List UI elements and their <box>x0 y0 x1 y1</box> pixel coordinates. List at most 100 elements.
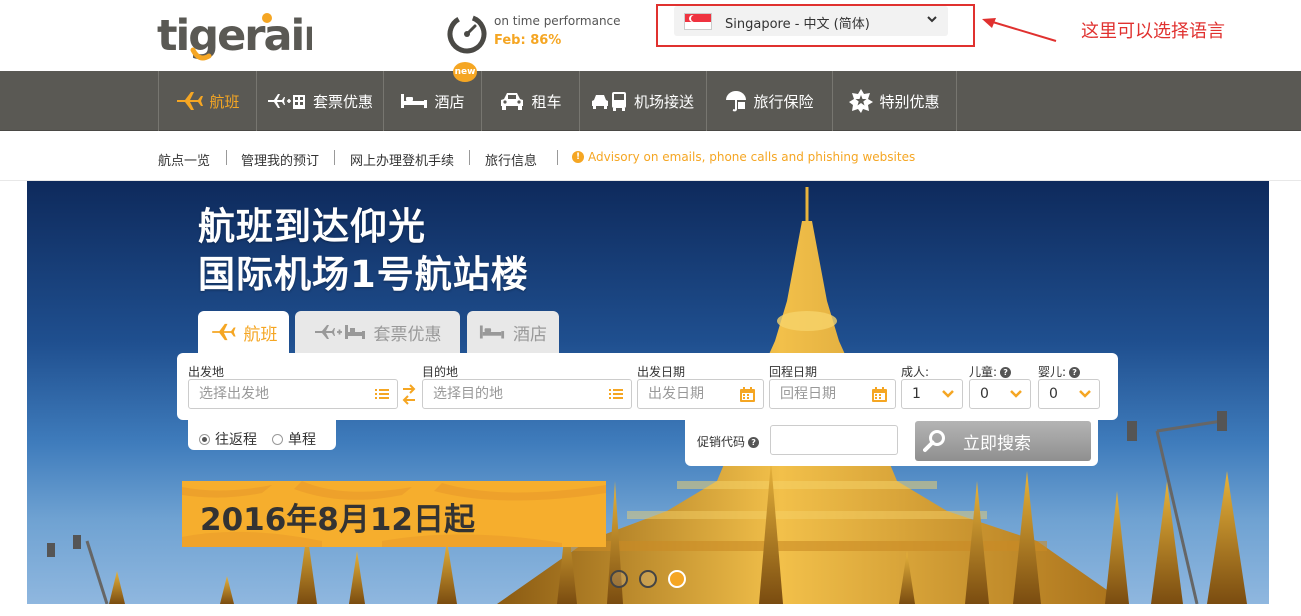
tab-deals[interactable]: 套票优惠 <box>295 311 460 353</box>
hero-banner: 航班到达仰光 国际机场1号航站楼 航班 套票优惠 酒店 出发地 选择出发地 目的… <box>27 181 1269 604</box>
annotation-arrow-icon <box>982 18 1057 42</box>
main-nav: 航班 套票优惠 酒店 租车 机场接送 旅行保险 特别优惠 <box>0 71 1301 131</box>
chevron-down-icon <box>1010 390 1022 398</box>
return-date-input[interactable]: 回程日期 <box>769 379 896 409</box>
children-value: 0 <box>980 386 989 402</box>
nav-item-label: 特别优惠 <box>879 92 940 111</box>
search-icon <box>923 430 945 452</box>
star-badge-icon <box>849 89 874 113</box>
chevron-down-icon <box>1079 390 1091 398</box>
advisory-link[interactable]: ! Advisory on emails, phone calls and ph… <box>572 150 915 164</box>
plane-icon <box>177 92 204 110</box>
nav-item-label: 机场接送 <box>633 92 694 111</box>
promo-label-text: 促销代码 <box>697 435 746 449</box>
nav-item-flights[interactable]: 航班 <box>158 71 256 131</box>
calendar-icon <box>740 387 755 402</box>
radio-checked-icon <box>199 433 210 445</box>
hero-title-line-1: 航班到达仰光 <box>198 205 426 248</box>
carousel-dot-active[interactable] <box>668 570 686 588</box>
from-input[interactable]: 选择出发地 <box>188 379 398 409</box>
depart-date-label: 出发日期 <box>637 365 686 379</box>
tab-label: 套票优惠 <box>373 324 442 345</box>
infants-value: 0 <box>1049 386 1058 402</box>
date-banner: 2016年8月12日起 <box>182 481 606 547</box>
nav-item-label: 酒店 <box>434 92 465 111</box>
depart-date-input[interactable]: 出发日期 <box>637 379 764 409</box>
return-date-label: 回程日期 <box>769 365 818 379</box>
car-icon <box>501 93 524 110</box>
depart-date-placeholder: 出发日期 <box>648 386 704 402</box>
nav-item-airport-transfer[interactable]: 机场接送 <box>579 71 706 131</box>
list-icon <box>609 389 623 399</box>
tigerair-logo[interactable]: tigerair <box>157 8 327 64</box>
subnav-divider <box>557 150 558 165</box>
from-label: 出发地 <box>188 365 225 379</box>
nav-item-label: 套票优惠 <box>312 92 373 111</box>
search-button[interactable]: 立即搜索 <box>915 421 1091 461</box>
site-header: tigerair on time performance Feb: 86% Si… <box>0 0 1301 71</box>
subnav-divider <box>469 150 470 165</box>
gauge-icon <box>447 14 487 54</box>
hero-title: 航班到达仰光 国际机场1号航站楼 <box>198 203 529 299</box>
trip-return-radio[interactable]: 往返程 <box>199 429 257 449</box>
carousel-dot[interactable] <box>610 570 628 588</box>
plane-hotel-icon <box>267 94 305 109</box>
tab-hotels[interactable]: 酒店 <box>467 311 559 353</box>
subnav-divider <box>334 150 335 165</box>
carousel-dot[interactable] <box>639 570 657 588</box>
calendar-icon <box>872 387 887 402</box>
sub-nav: 航点一览 管理我的预订 网上办理登机手续 旅行信息 ! Advisory on … <box>0 131 1301 181</box>
chevron-down-icon <box>942 390 954 398</box>
promo-label: 促销代码? <box>697 433 760 450</box>
infants-label: 婴儿:? <box>1038 363 1081 380</box>
children-label-text: 儿童: <box>969 365 998 379</box>
help-icon[interactable]: ? <box>1000 367 1012 378</box>
nav-item-label: 旅行保险 <box>753 92 814 111</box>
alert-icon: ! <box>572 151 584 163</box>
tab-label: 酒店 <box>513 324 547 345</box>
bed-icon <box>401 94 428 108</box>
to-input[interactable]: 选择目的地 <box>422 379 632 409</box>
help-icon[interactable]: ? <box>1069 367 1081 378</box>
language-select[interactable]: Singapore - 中文 (简体) <box>674 6 948 36</box>
nav-item-car-rental[interactable]: 租车 <box>481 71 579 131</box>
singapore-flag-icon <box>684 13 712 30</box>
tab-flights[interactable]: 航班 <box>198 311 289 353</box>
on-time-label: on time performance <box>494 14 621 28</box>
hero-title-line-2: 国际机场1号航站楼 <box>198 253 529 296</box>
tab-label: 航班 <box>243 324 278 345</box>
subnav-divider <box>226 150 227 165</box>
list-icon <box>375 389 389 399</box>
trip-return-label: 往返程 <box>215 432 257 448</box>
plane-hotel-icon <box>314 325 365 339</box>
subnav-destinations[interactable]: 航点一览 <box>158 150 210 169</box>
annotation-text: 这里可以选择语言 <box>1081 21 1225 42</box>
nav-item-travel-insurance[interactable]: 旅行保险 <box>706 71 832 131</box>
subnav-travel-info[interactable]: 旅行信息 <box>485 150 537 169</box>
bed-icon <box>479 325 505 339</box>
return-date-placeholder: 回程日期 <box>780 386 836 402</box>
promo-code-input[interactable] <box>770 425 898 455</box>
radio-unchecked-icon <box>272 433 283 445</box>
subnav-manage-booking[interactable]: 管理我的预订 <box>241 150 319 169</box>
advisory-text: Advisory on emails, phone calls and phis… <box>588 150 916 164</box>
adults-select[interactable]: 1 <box>901 379 963 409</box>
adults-value: 1 <box>912 386 921 402</box>
nav-item-label: 航班 <box>209 92 240 111</box>
new-badge: new <box>453 62 477 82</box>
to-label: 目的地 <box>422 365 459 379</box>
swap-icon[interactable] <box>402 383 416 407</box>
help-icon[interactable]: ? <box>748 437 760 448</box>
language-selected-value: Singapore - 中文 (简体) <box>725 17 870 32</box>
nav-item-label: 租车 <box>531 92 562 111</box>
children-select[interactable]: 0 <box>969 379 1031 409</box>
search-button-label: 立即搜索 <box>963 433 1031 454</box>
from-placeholder: 选择出发地 <box>199 386 269 402</box>
nav-item-deals[interactable]: 套票优惠 <box>256 71 383 131</box>
children-label: 儿童:? <box>969 363 1012 380</box>
subnav-online-checkin[interactable]: 网上办理登机手续 <box>350 150 454 169</box>
nav-item-special-offers[interactable]: 特别优惠 <box>832 71 957 131</box>
trip-oneway-label: 单程 <box>288 432 316 448</box>
trip-oneway-radio[interactable]: 单程 <box>272 429 316 449</box>
infants-select[interactable]: 0 <box>1038 379 1100 409</box>
